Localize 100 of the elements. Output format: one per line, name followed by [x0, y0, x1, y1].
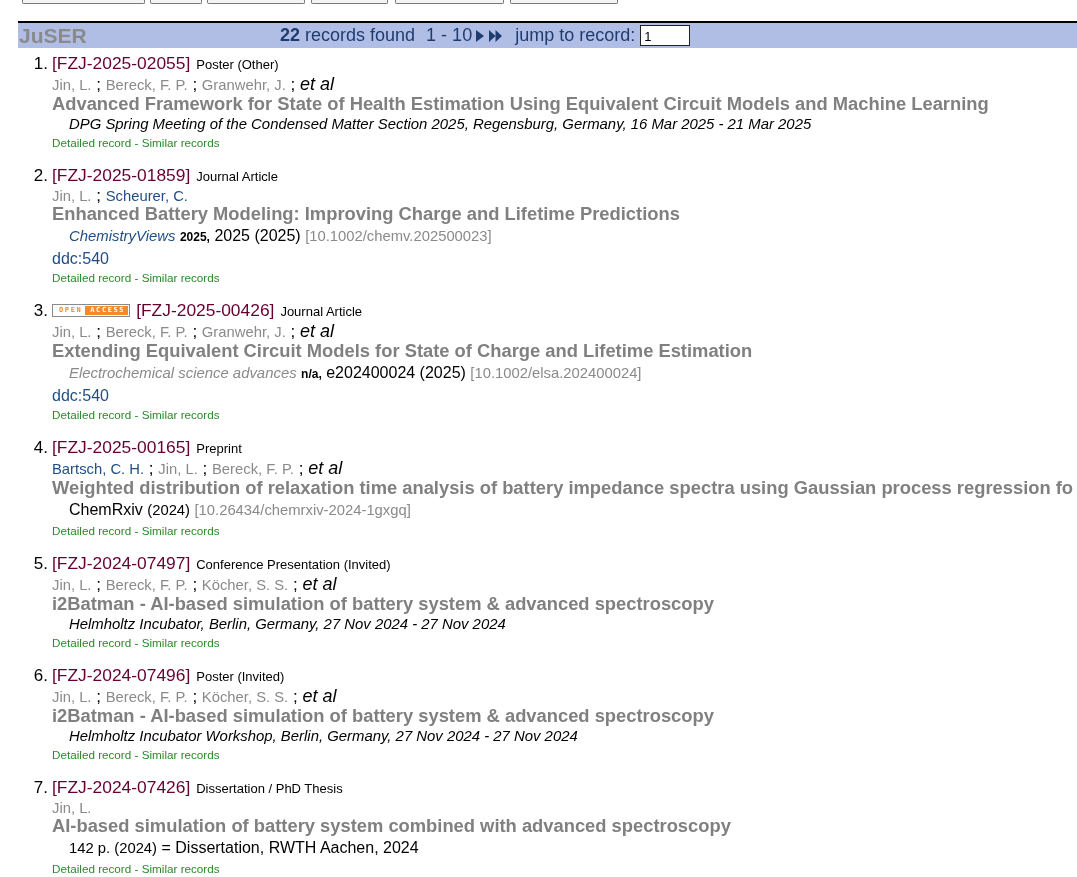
author-separator: ; [96, 186, 101, 205]
author-link[interactable]: Köcher, S. S. [201, 577, 289, 593]
title-link[interactable]: i2Batman - AI-based simulation of battery system & advanced spectroscopy [52, 594, 714, 614]
record-type: Dissertation / PhD Thesis [196, 780, 343, 796]
author-separator: ; [96, 75, 101, 94]
author-link[interactable]: Jin, L. [52, 800, 92, 816]
record-id-link[interactable]: [FZJ-2024-07496] [52, 665, 191, 686]
record-link[interactable]: Detailed record [52, 271, 132, 284]
jump-to-record-label: jump to record: [515, 25, 636, 46]
record-id-link[interactable]: [FZJ-2025-01859] [52, 165, 191, 186]
citation-text: ChemistryViews 2025, 2025 (2025) [10.1002/chemv.202500023] [68, 226, 492, 246]
author-link[interactable]: Bereck, F. P. [105, 324, 188, 340]
record-link[interactable]: Similar records [141, 524, 220, 537]
journal-link[interactable]: ChemistryViews [69, 228, 176, 244]
record-type: Journal Article [196, 168, 278, 184]
record-link[interactable]: Detailed record [52, 636, 132, 649]
record-id-link[interactable]: [FZJ-2025-02055] [52, 53, 191, 74]
record-number: 4. [32, 437, 48, 458]
author-link[interactable]: Jin, L. [158, 461, 198, 477]
record-link[interactable]: Similar records [141, 636, 220, 649]
record-link[interactable]: Detailed record [52, 524, 132, 537]
record-link[interactable]: Similar records [141, 862, 220, 875]
title-link[interactable]: Enhanced Battery Modeling: Improving Charge and Lifetime Predictions [52, 204, 680, 224]
toolbar-button[interactable] [510, 0, 618, 4]
author-link[interactable]: Granwehr, J. [201, 77, 286, 93]
toolbar-button[interactable] [207, 0, 305, 4]
author-link[interactable]: Bereck, F. P. [105, 689, 188, 705]
toolbar-button[interactable] [311, 0, 388, 4]
record-id-link[interactable]: [FZJ-2025-00426] [136, 300, 275, 321]
author-separator: ; [290, 75, 296, 94]
record-number: 6. [32, 665, 48, 686]
author-link[interactable]: Granwehr, J. [201, 324, 286, 340]
author-separator: ; [192, 75, 198, 94]
record-link[interactable]: Similar records [141, 408, 220, 421]
record-id-link[interactable]: [FZJ-2024-07497] [52, 553, 191, 574]
author-separator: ; [192, 575, 198, 594]
citation-text: ChemRxiv (2024) [10.26434/chemrxiv-2024-1gxgq] [68, 500, 411, 520]
record-number: 7. [32, 777, 48, 798]
record-type: Journal Article [280, 303, 363, 319]
toolbar-button[interactable] [395, 0, 504, 4]
author-link[interactable]: Bartsch, C. H. [52, 461, 145, 477]
author-link[interactable]: Jin, L. [52, 689, 92, 705]
author-separator: ; [292, 575, 298, 594]
record-count: 22 [280, 25, 301, 46]
record-type: Preprint [196, 440, 242, 456]
record-number: 2. [32, 165, 48, 186]
record-id-link[interactable]: [FZJ-2025-00165] [52, 437, 191, 458]
author-link[interactable]: Bereck, F. P. [105, 77, 188, 93]
record-type: Poster (Other) [196, 56, 279, 72]
link-separator: - [134, 136, 139, 149]
journal-link[interactable]: Electrochemical science advances [69, 365, 297, 381]
record-link[interactable]: Similar records [141, 271, 220, 284]
author-separator: ; [192, 322, 198, 341]
author-separator: ; [292, 687, 298, 706]
author-link[interactable]: Jin, L. [52, 188, 92, 204]
author-separator: ; [148, 459, 154, 478]
link-separator: - [134, 636, 139, 649]
author-separator: ; [290, 322, 296, 341]
title-link[interactable]: i2Batman - AI-based simulation of battery system & advanced spectroscopy [52, 706, 714, 726]
record-link[interactable]: Similar records [141, 136, 220, 149]
et-al-text: et al [299, 321, 334, 341]
record-number: 5. [32, 553, 48, 574]
author-link[interactable]: Jin, L. [52, 77, 92, 93]
author-separator: ; [96, 575, 101, 594]
record-number: 3. [32, 300, 48, 321]
citation-text: 142 p. (2024) = Dissertation, RWTH Aachen, 2024 [68, 838, 419, 858]
title-link[interactable]: Advanced Framework for State of Health Estimation Using Equivalent Circuit Models and Machine Learning [52, 94, 989, 114]
record-link[interactable]: Similar records [141, 748, 220, 761]
title-link[interactable]: Extending Equivalent Circuit Models for State of Charge and Lifetime Estimation [52, 341, 753, 361]
citation-text: Helmholtz Incubator, Berlin, Germany, 27 Nov 2024 - 27 Nov 2024 [68, 615, 506, 634]
link-separator: - [134, 862, 139, 875]
author-link[interactable]: Bereck, F. P. [212, 461, 294, 477]
toolbar-button[interactable] [150, 0, 202, 4]
author-link[interactable]: Köcher, S. S. [201, 689, 289, 705]
title-link[interactable]: Weighted distribution of relaxation time analysis of battery impedance spectra using Gaussian process regression fo [52, 478, 1074, 498]
record-link[interactable]: Detailed record [52, 748, 132, 761]
record-link[interactable]: Detailed record [52, 136, 132, 149]
toolbar-button[interactable] [22, 0, 145, 4]
classification-link[interactable]: ddc:540 [52, 249, 109, 269]
record-number: 1. [32, 53, 48, 74]
page-range: 1 - 10 [426, 25, 473, 46]
link-separator: - [134, 271, 139, 284]
author-link[interactable]: Bereck, F. P. [105, 577, 188, 593]
record-link[interactable]: Detailed record [52, 408, 132, 421]
author-link[interactable]: Jin, L. [52, 577, 92, 593]
record-link[interactable]: Detailed record [52, 862, 132, 875]
author-link[interactable]: Jin, L. [52, 324, 92, 340]
fast-forward-icon[interactable] [489, 29, 503, 42]
classification-link[interactable]: ddc:540 [52, 386, 109, 406]
jump-to-record-field[interactable]: 1 [640, 25, 691, 46]
et-al-text: et al [299, 74, 334, 94]
author-link[interactable]: Scheurer, C. [105, 188, 188, 204]
record-id-link[interactable]: [FZJ-2024-07426] [52, 777, 191, 798]
et-al-text: et al [308, 458, 343, 478]
author-separator: ; [96, 322, 101, 341]
author-separator: ; [298, 459, 304, 478]
play-icon[interactable] [476, 29, 485, 42]
link-separator: - [134, 748, 139, 761]
title-link[interactable]: AI-based simulation of battery system combined with advanced spectroscopy [52, 816, 731, 836]
link-separator: - [134, 408, 139, 421]
